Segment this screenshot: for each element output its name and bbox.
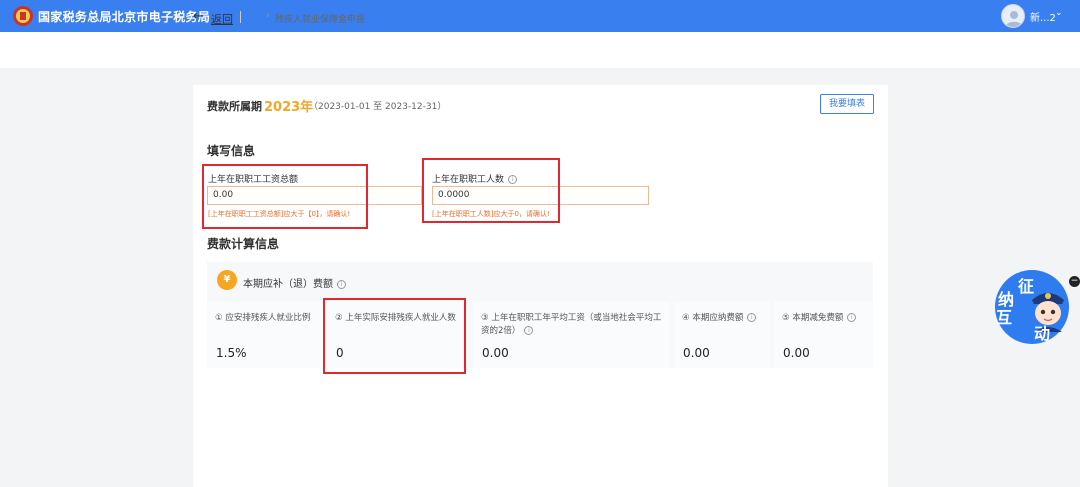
calc-cell-value: 0.00 bbox=[482, 346, 509, 360]
breadcrumb-divider bbox=[240, 11, 241, 23]
info-icon[interactable]: i bbox=[337, 279, 346, 289]
calc-cell-label-text: ⑤ 本期减免费额 bbox=[782, 313, 844, 323]
calc-panel-title: 本期应补（退）费额 i bbox=[243, 275, 346, 290]
back-link[interactable]: 返回 bbox=[211, 11, 233, 27]
calc-cell-value: 1.5% bbox=[216, 346, 247, 360]
calc-cell-payable: ④ 本期应纳费额 i 0.00 bbox=[674, 302, 770, 368]
info-icon[interactable]: i bbox=[524, 326, 534, 335]
calc-panel-title-text: 本期应补（退）费额 bbox=[243, 279, 333, 290]
highlight-box-employees bbox=[422, 158, 560, 223]
user-avatar[interactable] bbox=[1001, 4, 1025, 28]
calc-cell-label: ③ 上年在职职工年平均工资（或当地社会平均工资的2倍） i bbox=[481, 312, 666, 338]
calc-cell-reduction: ⑤ 本期减免费额 i 0.00 bbox=[774, 302, 873, 368]
breadcrumb-bar bbox=[0, 32, 1080, 68]
highlight-box-wage bbox=[202, 164, 368, 229]
chevron-down-icon[interactable]: ⌄ bbox=[1055, 8, 1063, 18]
calc-cell-label: ① 应安排残疾人就业比例 bbox=[215, 313, 311, 323]
site-title: 国家税务总局北京市电子税务局 bbox=[38, 10, 211, 24]
yuan-coin-icon: ¥ bbox=[217, 270, 237, 290]
info-icon[interactable]: i bbox=[847, 313, 857, 322]
breadcrumb-home-link[interactable]: 首页 bbox=[247, 12, 265, 25]
calc-cell-label-text: ④ 本期应纳费额 bbox=[682, 313, 744, 323]
calc-section-title: 费款计算信息 bbox=[207, 237, 280, 251]
highlight-box-disabled-employees bbox=[323, 298, 466, 374]
tax-bureau-logo bbox=[13, 6, 33, 26]
calc-cell-label: ④ 本期应纳费额 i bbox=[682, 312, 757, 325]
calc-cell-ratio: ① 应安排残疾人就业比例 1.5% bbox=[207, 302, 324, 368]
fill-section-title: 填写信息 bbox=[207, 144, 256, 158]
breadcrumb-current: 残疾人就业保障金申报 bbox=[275, 15, 366, 25]
username[interactable]: 新...2 bbox=[1030, 9, 1056, 24]
period-range: （2023-01-01 至 2023-12-31） bbox=[309, 102, 447, 112]
calc-cell-label: ⑤ 本期减免费额 i bbox=[782, 312, 857, 325]
calc-cell-value: 0.00 bbox=[783, 346, 810, 360]
period-label: 费款所属期 bbox=[207, 100, 262, 113]
info-icon[interactable]: i bbox=[747, 313, 757, 322]
calc-cell-average-wage: ③ 上年在职职工年平均工资（或当地社会平均工资的2倍） i 0.00 bbox=[473, 302, 670, 368]
fill-form-button[interactable]: 我要填表 bbox=[820, 94, 874, 114]
period-year: 2023年 bbox=[264, 100, 314, 115]
back-arrow-icon[interactable]: ← bbox=[193, 9, 204, 24]
assistant-char: 互 bbox=[996, 308, 1013, 327]
calc-cell-value: 0.00 bbox=[683, 346, 710, 360]
calc-cell-label-text: ③ 上年在职职工年平均工资（或当地社会平均工资的2倍） bbox=[481, 313, 662, 336]
assistant-char: 动 bbox=[1034, 324, 1051, 343]
assistant-char: 征 bbox=[1018, 277, 1035, 296]
collapse-icon[interactable]: − bbox=[1069, 276, 1080, 287]
breadcrumb-separator-icon: › bbox=[266, 11, 270, 21]
